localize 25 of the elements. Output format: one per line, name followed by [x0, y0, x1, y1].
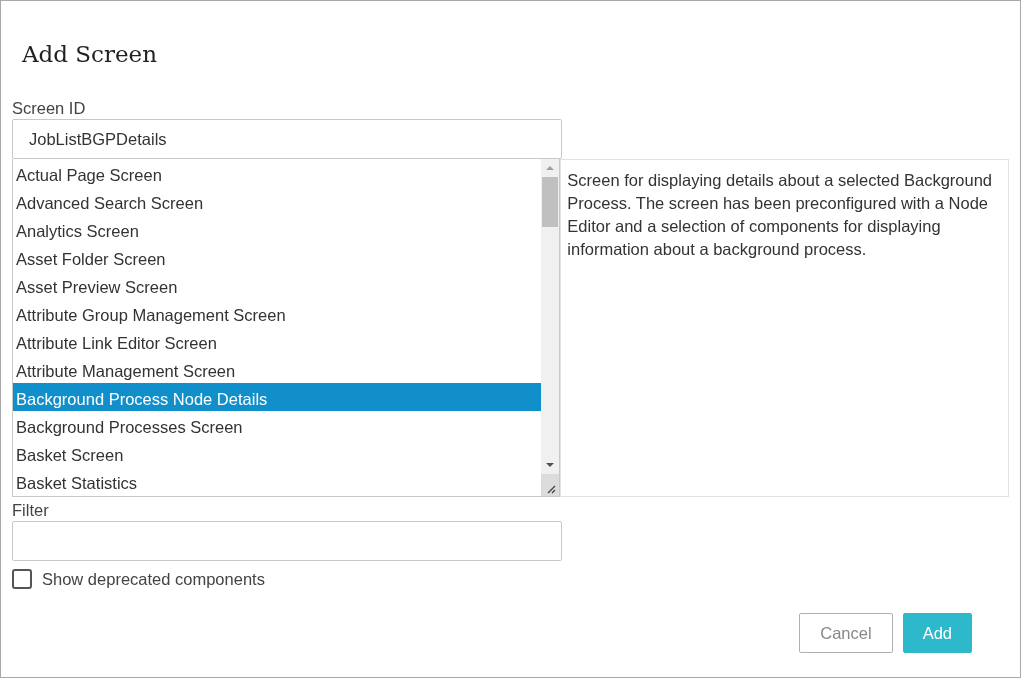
- list-item[interactable]: Analytics Screen: [13, 215, 542, 243]
- screen-id-label: Screen ID: [12, 99, 87, 119]
- description-text: Screen for displaying details about a selected Background Process. The screen has been preconfigured with a Node Editor and a selection of components for displaying information about a background process.: [567, 171, 992, 258]
- list-item[interactable]: Attribute Link Editor Screen: [13, 327, 542, 355]
- checkbox[interactable]: [12, 569, 32, 589]
- scrollbar-thumb[interactable]: [542, 177, 559, 227]
- list-item[interactable]: Background Processes Screen: [13, 411, 542, 439]
- dialog-title: Add Screen: [21, 40, 159, 69]
- screen-id-field[interactable]: JobListBGPDetails: [12, 119, 562, 159]
- list-item[interactable]: Actual Page Screen: [13, 159, 542, 187]
- list-item[interactable]: Background Process Node Details: [13, 383, 542, 411]
- resize-grip-icon[interactable]: [541, 474, 560, 496]
- list-item[interactable]: Attribute Group Management Screen: [13, 299, 542, 327]
- list-item[interactable]: Basket Statistics: [13, 467, 542, 495]
- list-item[interactable]: Basket Screen: [13, 439, 542, 467]
- filter-field[interactable]: [12, 521, 562, 561]
- scrollbar[interactable]: [541, 159, 560, 496]
- list-item[interactable]: Attribute Management Screen: [13, 355, 542, 383]
- list-item[interactable]: Asset Preview Screen: [13, 271, 542, 299]
- checkbox-label[interactable]: Show deprecated components: [42, 569, 265, 589]
- filter-label: Filter: [12, 501, 50, 521]
- cancel-button[interactable]: Cancel: [799, 613, 893, 653]
- screen-listbox[interactable]: [12, 159, 561, 497]
- list-item[interactable]: Advanced Search Screen: [13, 187, 542, 215]
- list-item[interactable]: Asset Folder Screen: [13, 243, 542, 271]
